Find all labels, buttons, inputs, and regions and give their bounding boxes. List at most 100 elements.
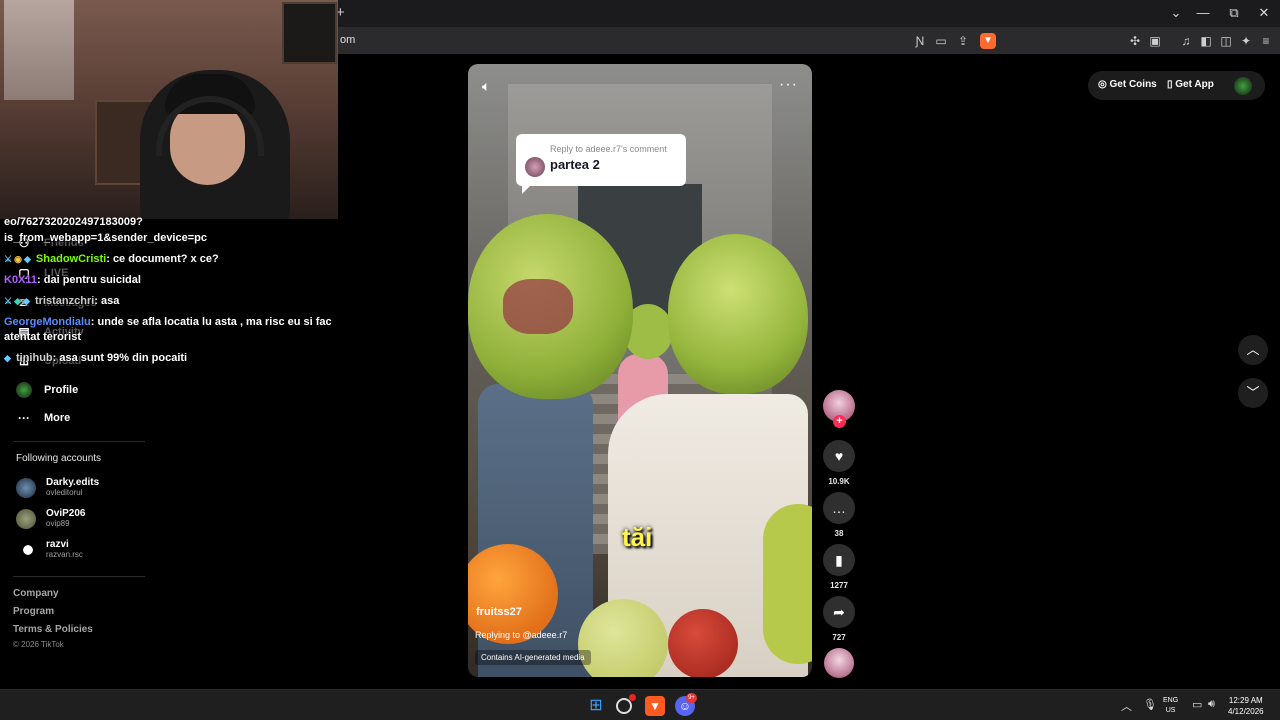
microphone-icon[interactable]: 🎙︎ [1143,698,1157,711]
music-disc-avatar[interactable] [824,648,854,678]
share-icon[interactable]: ⇪ [955,33,971,49]
footer-link-terms[interactable]: Terms & Policies [13,624,93,635]
like-count: 10.9K [828,477,850,486]
get-app-button[interactable]: ▯ Get App [1167,79,1214,90]
replying-to[interactable]: Replying to @adeee.r7 [475,630,567,640]
account-name: Darky.edits [46,477,100,488]
profile-icon [16,382,32,398]
footer-link-company[interactable]: Company [13,588,59,599]
crypto-wallet-icon[interactable]: ◫ [1218,33,1234,49]
extensions-icon[interactable]: ✣ [1127,33,1143,49]
follow-plus-icon[interactable]: + [833,415,846,428]
like-button[interactable]: ♥ [823,440,855,472]
reply-comment-bubble: Reply to adeee.r7's comment partea 2 [516,134,686,194]
chat-username[interactable]: GeorgeMondialu [4,316,91,328]
chat-username[interactable]: K0X11 [4,274,37,286]
avatar [16,508,36,529]
url-text[interactable]: om [340,34,355,46]
save-button[interactable]: ▮ [823,544,855,576]
chat-line: is_from_webapp=1&sender_device=pc [4,232,207,244]
webcam-overlay [0,0,338,219]
share-count: 727 [832,633,846,642]
close-window-button[interactable]: ✕ [1254,5,1274,21]
get-coins-button[interactable]: ◎ Get Coins [1098,79,1157,90]
chat-message: : asa sunt 99% din pocaiti [52,352,188,364]
brave-shields-icon[interactable]: ▼ [980,33,996,49]
cast-icon[interactable]: ▭ [933,33,949,49]
heart-icon: ♥ [834,448,844,464]
gem-badge-icon: ◆ [23,254,31,264]
avatar [16,539,36,560]
language-indicator[interactable]: ENG US [1163,696,1178,716]
previous-video-button[interactable]: ︿ [1238,335,1268,365]
reply-text: partea 2 [550,157,600,172]
user-avatar[interactable] [1234,77,1252,95]
account-name: OviP206 [46,508,86,519]
next-video-button[interactable]: ﹀ [1238,378,1268,408]
volume-tray-icon[interactable]: 🔊︎ [1208,698,1215,711]
leo-ai-icon[interactable]: ✦ [1238,33,1254,49]
video-player[interactable]: 🔈︎ ··· Reply to adeee.r7's comment parte… [468,64,812,677]
wallet-icon[interactable]: ▣ [1147,33,1163,49]
video-author[interactable]: fruitss27 [476,606,522,618]
avatar [525,157,545,177]
brave-icon[interactable]: ▼ [645,696,665,716]
chat-message: : ce document? x ce? [106,253,219,265]
clock-time: 12:29 AM [1228,696,1263,705]
chat-line: K0X11: dai pentru suicidal [4,274,141,286]
coin-icon: ◎ [1098,79,1110,90]
sidebar-item-profile[interactable]: Profile [16,382,78,398]
lang-line2: US [1165,707,1176,714]
chat-username[interactable]: ShadowCristi [36,253,106,265]
chat-username[interactable]: tristanzchri [35,295,94,307]
more-icon: ··· [18,411,30,425]
chat-message: : asa [94,295,120,307]
sidebar-item-label: Profile [44,384,79,396]
reader-mode-icon[interactable]: Ɲ [912,33,928,49]
webcam-window-bg [4,0,74,100]
reply-header: Reply to adeee.r7's comment [550,144,667,154]
clock[interactable]: 12:29 AM 4/12/2026 [1228,695,1264,717]
chat-username[interactable]: tinihub [16,352,53,364]
recording-dot-icon [629,694,636,701]
sidebar-icon[interactable]: ◧ [1198,33,1214,49]
chat-line: ◆ tinihub: asa sunt 99% din pocaiti [4,352,187,364]
bookmark-icon: ▮ [835,552,843,568]
windows-start-icon[interactable]: ⊞ [586,696,606,716]
comment-icon: … [832,500,846,516]
chat-message: : unde se afla locatia lu asta , ma risc… [90,316,332,328]
media-icon[interactable]: ♫ [1178,33,1194,49]
get-coins-label: Get Coins [1109,79,1157,90]
gem-badge-icon: ◆ [4,353,11,363]
sidebar-item-more[interactable]: ··· More [16,411,70,425]
comment-button[interactable]: … [823,492,855,524]
chat-text: is_from_webapp=1&sender_device=pc [4,232,207,244]
chat-line: GeorgeMondialu: unde se afla locatia lu … [4,316,332,328]
share-arrow-icon: ➦ [833,604,845,620]
show-hidden-icons-icon[interactable]: ︿ [1121,698,1132,714]
following-account-ovip[interactable]: OviP206 ovip89 [16,508,85,529]
chat-text: atentat terorist [4,331,82,343]
minimize-button[interactable]: — [1193,5,1213,20]
lang-line1: ENG [1163,697,1179,704]
restore-button[interactable]: ⧉ [1224,5,1244,21]
ai-generated-label: Contains AI-generated media [475,650,591,665]
account-name: razvi [46,539,69,550]
network-icon[interactable]: ▭ [1192,698,1202,711]
following-account-razvi[interactable]: razvi razvan.rsc [16,539,83,560]
chat-line: ⚔ ◆ ◆ tristanzchri: asa [4,295,119,307]
chat-text: eo/7627320202497183009? [4,216,143,228]
footer-link-program[interactable]: Program [13,606,54,617]
following-account-darky[interactable]: Darky.edits ovleditorul [16,477,99,498]
chat-line: ⚔ ◉ ◆ ShadowCristi: ce document? x ce? [4,253,219,265]
share-button[interactable]: ➦ [823,596,855,628]
avatar [16,477,36,498]
video-pear-right [763,504,812,664]
volume-icon[interactable]: 🔈︎ [482,78,490,95]
video-bruise [503,279,573,334]
tab-search-dropdown[interactable]: ⌄ [1166,5,1186,21]
menu-icon[interactable]: ≡ [1258,33,1274,49]
divider [13,576,145,577]
more-options-icon[interactable]: ··· [779,76,798,94]
screen: + ⌄ — ⧉ ✕ om Ɲ ▭ ⇪ ▼ ✣ ▣ ♫ ◧ ◫ ✦ ≡ ⚇ Fri… [0,0,1280,720]
